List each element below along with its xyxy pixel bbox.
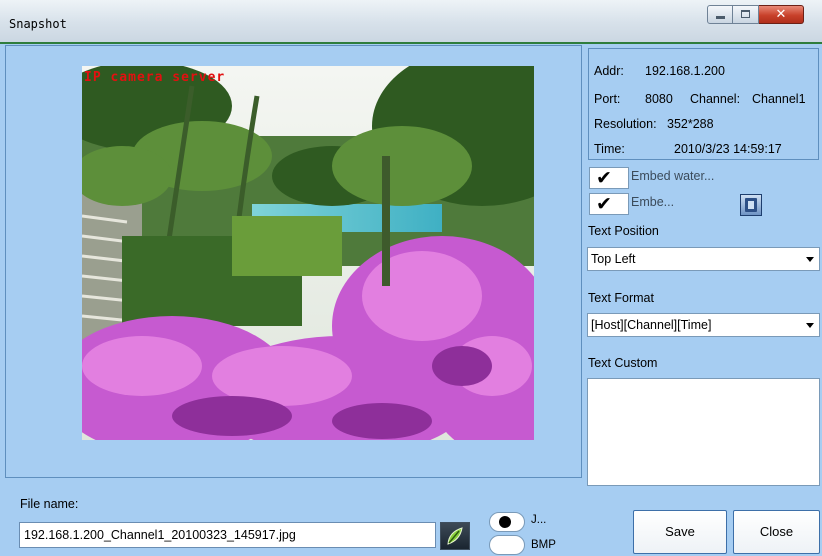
- addr-label: Addr:: [594, 64, 624, 78]
- text-position-label: Text Position: [588, 224, 659, 238]
- embed-second-label: Embe...: [631, 195, 675, 209]
- maximize-icon: [741, 10, 750, 18]
- file-name-input[interactable]: [19, 522, 436, 548]
- close-icon: ✕: [775, 7, 787, 22]
- text-position-select[interactable]: Top Left: [587, 247, 820, 271]
- embed-water-checkbox[interactable]: ✔: [589, 167, 629, 189]
- watermark-text: IP camera server: [84, 70, 226, 85]
- port-row: Port: 8080 Channel: Channel1: [594, 92, 806, 106]
- channel-label: Channel:: [690, 92, 741, 106]
- title-bar[interactable]: Snapshot ✕: [0, 0, 822, 44]
- window-title: Snapshot: [9, 17, 67, 31]
- format-jpg-radio[interactable]: [489, 512, 525, 532]
- chevron-down-icon[interactable]: [802, 315, 818, 335]
- snapshot-window: Snapshot ✕ IP camera server Addr: 192.16…: [0, 0, 822, 556]
- resolution-value: 352*288: [667, 117, 714, 131]
- close-button[interactable]: Close: [733, 510, 820, 554]
- text-format-value: [Host][Channel][Time]: [591, 318, 712, 332]
- port-value: 8080: [645, 92, 673, 106]
- addr-value: 192.168.1.200: [645, 64, 725, 78]
- minimize-icon: [716, 16, 725, 19]
- chevron-down-icon[interactable]: [802, 249, 818, 269]
- embed-second-checkbox[interactable]: ✔: [589, 193, 629, 215]
- resolution-row: Resolution: 352*288: [594, 117, 714, 131]
- minimize-button[interactable]: [707, 5, 733, 24]
- close-window-button[interactable]: ✕: [759, 5, 804, 24]
- maximize-button[interactable]: [733, 5, 759, 24]
- checkmark-icon: ✔: [596, 193, 612, 215]
- snapshot-image: [82, 66, 534, 440]
- checkmark-icon: ✔: [596, 167, 612, 189]
- text-format-select[interactable]: [Host][Channel][Time]: [587, 313, 820, 337]
- save-button[interactable]: Save: [633, 510, 727, 554]
- text-custom-label: Text Custom: [588, 356, 658, 370]
- channel-value: Channel1: [752, 92, 806, 106]
- format-bmp-radio[interactable]: [489, 535, 525, 555]
- time-value: 2010/3/23 14:59:17: [674, 142, 782, 156]
- leaf-icon: [447, 527, 463, 545]
- embed-water-label: Embed water...: [631, 169, 715, 183]
- browse-button[interactable]: [440, 522, 470, 550]
- garden-photo: [82, 66, 534, 440]
- time-label: Time:: [594, 142, 625, 156]
- text-custom-textarea[interactable]: [587, 378, 820, 486]
- camera-info-box: Addr: 192.168.1.200 Port: 8080 Channel: …: [588, 48, 819, 160]
- text-position-value: Top Left: [591, 252, 636, 266]
- text-format-label: Text Format: [588, 291, 654, 305]
- format-jpg-label: J...: [531, 514, 547, 526]
- file-name-label: File name:: [20, 497, 79, 511]
- resolution-label: Resolution:: [594, 117, 657, 131]
- radio-selected-dot: [499, 516, 511, 528]
- port-label: Port:: [594, 92, 621, 106]
- watermark-settings-icon[interactable]: [740, 194, 762, 216]
- addr-row: Addr: 192.168.1.200: [594, 64, 725, 78]
- format-bmp-label: BMP: [531, 539, 556, 551]
- time-row: Time: 2010/3/23 14:59:17: [594, 142, 782, 156]
